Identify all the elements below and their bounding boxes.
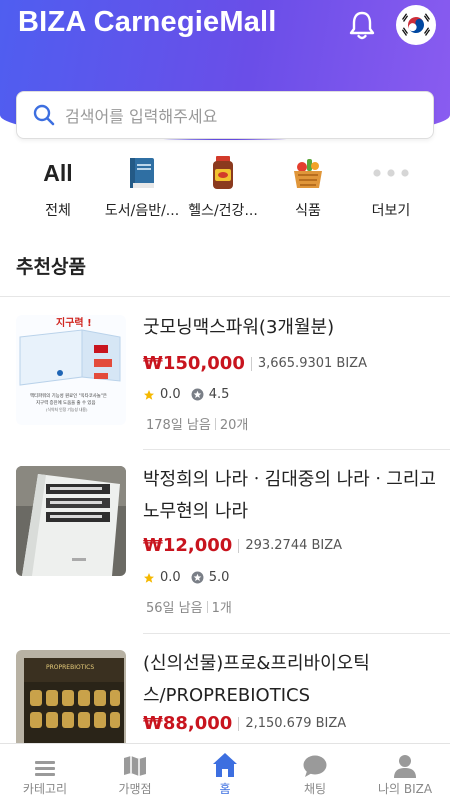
price-row: ₩12,000 293.2744 BIZA	[143, 535, 342, 556]
product-name[interactable]: (신의선물)프로&프리바이오틱스/PROPREBIOTICS	[143, 648, 438, 712]
price-row: ₩150,000 3,665.9301 BIZA	[143, 353, 367, 374]
category-label: 식품	[295, 203, 321, 219]
category-label: 헬스/건강...	[188, 203, 258, 219]
supplement-icon	[178, 150, 268, 196]
book-icon	[97, 150, 187, 196]
menu-icon	[0, 744, 90, 778]
badge-rating: 4.5	[208, 387, 230, 402]
tab-label: 카테고리	[22, 782, 68, 796]
search-icon	[33, 104, 55, 126]
product-price: ₩12,000	[143, 535, 233, 556]
chat-icon	[270, 744, 360, 778]
korea-flag-icon[interactable]	[396, 5, 436, 45]
rating-row: 0.0 4.5	[143, 387, 239, 402]
product-thumbnail[interactable]	[16, 466, 126, 576]
home-icon	[180, 744, 270, 778]
separator	[250, 356, 252, 371]
thumb-caption: 지구력 증진에 도움을 줄 수 있음	[36, 399, 96, 406]
category-more[interactable]: 더보기	[346, 150, 436, 220]
tab-home[interactable]: 홈	[180, 744, 270, 800]
map-icon	[90, 744, 180, 778]
category-row: All 전체 도서/음반/... 헬스/건강... 식품 더보기	[0, 150, 450, 230]
product-name[interactable]: 굿모닝맥스파워(3개월분)	[143, 312, 438, 344]
product-card[interactable]: 박정희의 나라ㆍ김대중의 나라ㆍ그리고 노무현의 나라 ₩12,000 293.…	[0, 449, 450, 634]
tab-label: 나의 BIZA	[377, 782, 433, 796]
category-label: 도서/음반/...	[104, 203, 180, 219]
product-name[interactable]: 박정희의 나라ㆍ김대중의 나라ㆍ그리고 노무현의 나라	[143, 464, 438, 528]
thumbnail-image	[16, 466, 126, 576]
price-row: ₩88,000 2,150.679 BIZA	[143, 713, 346, 734]
tab-chat[interactable]: 채팅	[270, 744, 360, 800]
badge-star-icon	[191, 388, 204, 401]
separator	[238, 716, 240, 731]
badge-rating: 5.0	[208, 570, 230, 585]
separator	[206, 600, 208, 613]
separator	[214, 417, 216, 430]
product-card[interactable]: 지구력 ! 액티파워의 기능성 원료인 "옥타코사놀"은 지구력 증진에 도움을…	[0, 297, 450, 450]
meta-row: 56일 남음 1개	[146, 597, 232, 616]
product-thumbnail[interactable]: 지구력 ! 액티파워의 기능성 원료인 "옥타코사놀"은 지구력 증진에 도움을…	[16, 315, 126, 425]
grocery-basket-icon	[263, 150, 353, 196]
badge-star-icon	[191, 571, 204, 584]
thumb-headline: 지구력 !	[56, 316, 92, 329]
tab-stores[interactable]: 가맹점	[90, 744, 180, 800]
biza-price: 3,665.9301 BIZA	[257, 356, 367, 371]
star-rating: 0.0	[160, 387, 181, 402]
star-icon	[144, 572, 154, 583]
search-bar[interactable]: 검색어를 입력해주세요	[16, 91, 434, 139]
star-icon	[144, 389, 154, 400]
product-price: ₩88,000	[143, 713, 233, 734]
category-all[interactable]: All 전체	[13, 150, 103, 220]
app-title: BIZA CarnegieMall	[18, 6, 277, 38]
thumb-label: PROPREBIOTICS	[46, 664, 94, 671]
biza-price: 293.2744 BIZA	[245, 538, 343, 553]
thumbnail-image: PROPREBIOTICS	[16, 650, 126, 743]
rating-row: 0.0 5.0	[143, 570, 239, 585]
category-health[interactable]: 헬스/건강...	[178, 150, 268, 220]
category-label: 더보기	[371, 203, 411, 219]
tab-label: 홈	[219, 782, 231, 796]
section-title: 추천상품	[16, 256, 86, 278]
stock-count: 1개	[211, 601, 232, 616]
search-input[interactable]: 검색어를 입력해주세요	[65, 103, 217, 127]
product-thumbnail[interactable]: PROPREBIOTICS	[16, 650, 126, 743]
user-icon	[360, 744, 450, 778]
thumb-caption: 액티파워의 기능성 원료인 "옥타코사놀"은	[30, 392, 107, 399]
separator	[238, 538, 240, 553]
bottom-tab-bar: 카테고리 가맹점 홈 채팅 나의 BIZA	[0, 743, 450, 800]
product-price: ₩150,000	[143, 353, 245, 374]
category-books[interactable]: 도서/음반/...	[97, 150, 187, 220]
category-food[interactable]: 식품	[263, 150, 353, 220]
category-label: 전체	[45, 203, 71, 219]
bell-icon[interactable]	[345, 8, 379, 42]
more-dots-icon	[346, 150, 436, 196]
tab-my-biza[interactable]: 나의 BIZA	[360, 744, 450, 800]
biza-price: 2,150.679 BIZA	[245, 716, 347, 731]
star-rating: 0.0	[160, 570, 181, 585]
days-left: 56일 남음	[146, 601, 203, 616]
product-card[interactable]: PROPREBIOTICS (신의선물)프로&프리바이오틱스/PROPREBIO…	[0, 633, 450, 743]
tab-label: 채팅	[303, 782, 327, 796]
all-icon: All	[43, 159, 73, 186]
meta-row: 178일 남음 20개	[146, 414, 248, 433]
days-left: 178일 남음	[146, 418, 211, 433]
tab-label: 가맹점	[118, 782, 152, 796]
tab-category[interactable]: 카테고리	[0, 744, 90, 800]
stock-count: 20개	[219, 418, 249, 433]
thumbnail-image: 지구력 ! 액티파워의 기능성 원료인 "옥타코사놀"은 지구력 증진에 도움을…	[16, 315, 126, 425]
thumb-caption: (식약처 인정 기능성 내용)	[46, 407, 88, 412]
